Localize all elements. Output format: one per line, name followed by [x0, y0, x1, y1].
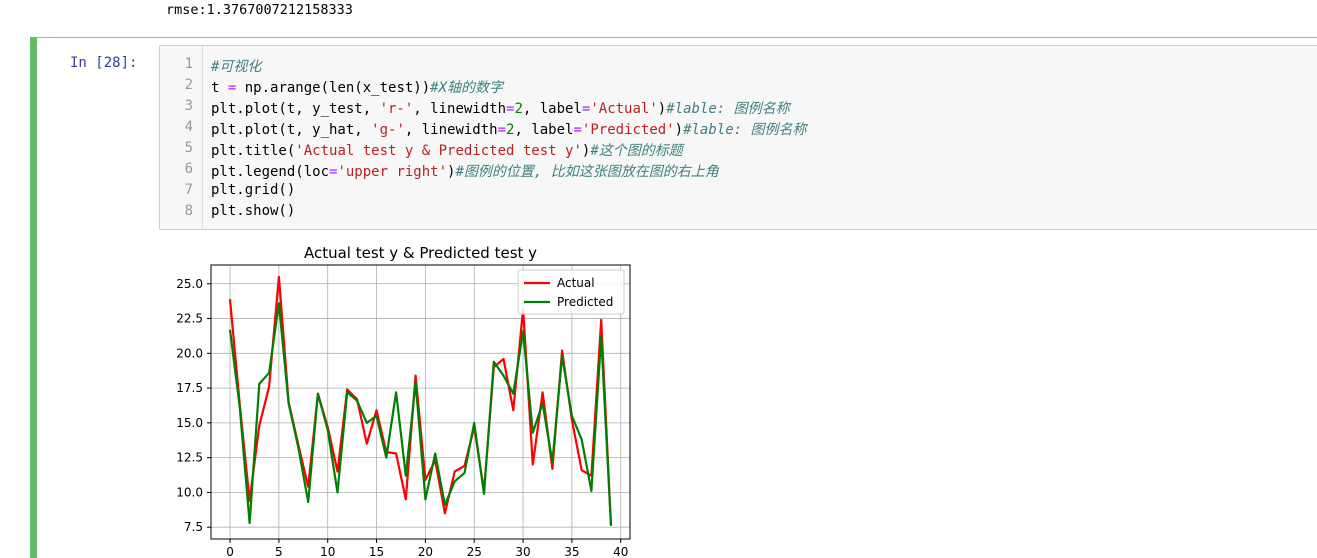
code-line[interactable]: plt.title('Actual test y & Predicted tes… [211, 140, 683, 160]
x-tick-label: 20 [418, 545, 433, 558]
code-line[interactable]: plt.legend(loc='upper right')#图例的位置, 比如这… [211, 161, 719, 181]
x-tick-label: 30 [515, 545, 530, 558]
code-token: plt.title( [211, 143, 296, 159]
line-number: 8 [184, 203, 193, 219]
code-comment: #图例的位置, 比如这张图放在图的右上角 [455, 164, 719, 180]
code-line[interactable]: plt.grid() [211, 182, 295, 198]
x-tick-label: 15 [369, 545, 384, 558]
code-line[interactable]: plt.plot(t, y_hat, 'g-', linewidth=2, la… [211, 119, 807, 139]
x-tick-label: 35 [564, 545, 579, 558]
code-token: plt.show() [211, 203, 296, 219]
y-tick-label: 20.0 [176, 346, 203, 360]
legend-label-actual: Actual [557, 276, 595, 290]
x-tick-label: 10 [320, 545, 335, 558]
code-comment: #lable: 图例名称 [666, 101, 790, 117]
x-tick-label: 5 [275, 545, 283, 558]
notebook-page: rmse:1.3767007212158333 In [28]: 1 2 3 4 5 6 7… [0, 0, 1317, 558]
y-tick-label: 25.0 [176, 277, 203, 291]
code-token: 2 [514, 101, 523, 117]
code-token: , label [514, 122, 574, 138]
code-string: 'Predicted' [581, 122, 675, 138]
code-token: , label [522, 101, 582, 117]
code-token: plt.grid() [211, 182, 296, 198]
cell-selection-bar [30, 37, 37, 558]
line-chart: Actual test y & Predicted test y 0 5 10 15 20… [176, 244, 631, 558]
code-token: = [497, 122, 507, 138]
line-number: 6 [184, 161, 193, 177]
y-tick-label: 15.0 [176, 416, 203, 430]
code-token: plt.plot(t, y_test, [211, 101, 380, 117]
code-editor[interactable]: 12345678 #可视化 t = np.arange(len(x_test))#… [159, 45, 1317, 230]
code-token: ) [657, 101, 667, 117]
x-tick-label: 25 [467, 545, 482, 558]
code-string: 'Actual' [590, 101, 658, 117]
code-string: 'g-' [371, 122, 405, 138]
code-token: plt.plot(t, y_hat, [211, 122, 372, 138]
x-tick-label: 40 [613, 545, 628, 558]
y-tick-label: 22.5 [176, 312, 203, 326]
code-comment: #X轴的数字 [430, 80, 504, 96]
code-line[interactable]: plt.plot(t, y_test, 'r-', linewidth=2, l… [211, 98, 790, 118]
y-tick-label: 7.5 [184, 520, 203, 534]
plot-output: Actual test y & Predicted test y 0 5 10 15 20… [160, 236, 650, 558]
y-tick-label: 17.5 [176, 381, 203, 395]
code-string: 'upper right' [337, 164, 448, 180]
code-token: ) [674, 122, 684, 138]
line-number: 5 [184, 140, 193, 156]
cell-prompt: In [28]: [70, 55, 138, 71]
code-token: np.arange(len(x_test)) [236, 80, 431, 96]
code-comment: #lable: 图例名称 [683, 122, 807, 138]
code-line[interactable]: #可视化 [211, 56, 261, 76]
code-token: , linewidth [404, 122, 498, 138]
code-string: 'Actual test y & Predicted test y' [295, 143, 582, 159]
line-number-gutter: 1 2 3 4 5 6 7 8 [160, 46, 203, 229]
line-number: 4 [184, 119, 193, 135]
code-token: t [211, 80, 228, 96]
y-tick-label: 10.0 [176, 485, 203, 499]
y-tick-label: 12.5 [176, 451, 203, 465]
line-number: 1 [184, 56, 193, 72]
code-string: 'r-' [379, 101, 414, 117]
code-comment: #可视化 [211, 59, 262, 75]
line-number: 3 [184, 98, 193, 114]
code-token: plt.legend(loc [211, 164, 330, 180]
rmse-output: rmse:1.3767007212158333 [166, 2, 353, 18]
code-token: , linewidth [413, 101, 507, 117]
line-number: 2 [184, 77, 193, 93]
code-token: = [573, 122, 582, 138]
chart-title: Actual test y & Predicted test y [304, 244, 537, 262]
x-tick-label: 0 [226, 545, 234, 558]
legend-label-predicted: Predicted [557, 295, 613, 309]
code-comment: #这个图的标题 [590, 143, 683, 159]
code-line[interactable]: t = np.arange(len(x_test))#X轴的数字 [211, 77, 503, 97]
line-number: 7 [184, 182, 193, 198]
code-line[interactable]: plt.show() [211, 203, 295, 219]
